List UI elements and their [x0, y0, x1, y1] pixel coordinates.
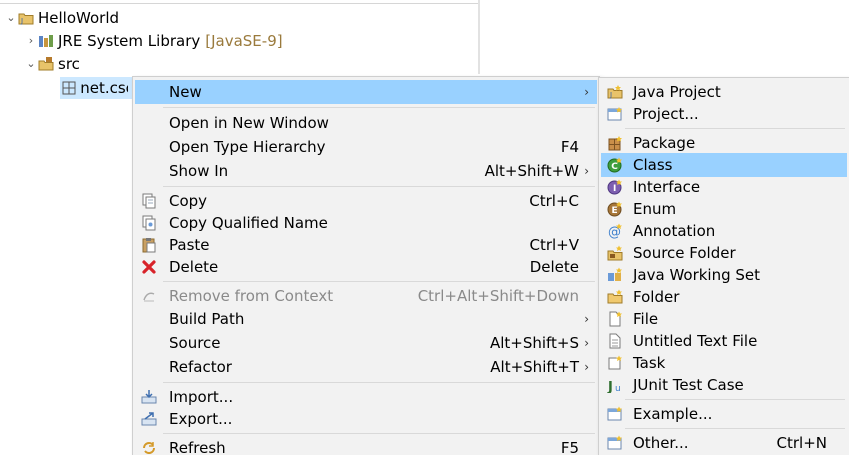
menu-item-open-type-hierarchy[interactable]: Open Type Hierarchy F4	[135, 135, 597, 159]
java-project-icon: J	[605, 82, 625, 102]
explorer-top-border	[0, 0, 480, 4]
submenu-item-example[interactable]: Example...	[601, 402, 847, 426]
remove-context-icon	[139, 286, 159, 306]
new-file-icon	[605, 309, 625, 329]
svg-text:I: I	[613, 184, 616, 194]
svg-text:J: J	[20, 17, 23, 25]
submenu-item-annotation[interactable]: @ Annotation	[601, 219, 847, 243]
menu-item-export[interactable]: Export...	[135, 407, 597, 431]
export-icon	[139, 409, 159, 429]
package-icon	[62, 80, 76, 96]
menu-item-new[interactable]: New ›	[135, 80, 597, 104]
new-package-icon	[605, 133, 625, 153]
new-source-folder-icon	[605, 243, 625, 263]
tree-item-label: net.csc	[80, 79, 128, 97]
new-annotation-icon: @	[605, 221, 625, 241]
tree-item-label: HelloWorld	[38, 9, 120, 27]
submenu-item-project[interactable]: Project...	[601, 102, 847, 126]
new-enum-icon: E	[605, 199, 625, 219]
svg-text:E: E	[612, 206, 618, 216]
tree-item-label: JRE System Library	[58, 32, 201, 50]
submenu-item-class[interactable]: C Class	[601, 153, 847, 177]
submenu-item-interface[interactable]: I Interface	[601, 175, 847, 199]
menu-item-open-in-new-window[interactable]: Open in New Window	[135, 111, 597, 135]
submenu-item-task[interactable]: Task	[601, 351, 847, 375]
new-task-icon	[605, 353, 625, 373]
submenu-item-untitled-text-file[interactable]: Untitled Text File	[601, 329, 847, 353]
new-junit-icon: Ju	[605, 375, 625, 395]
import-icon	[139, 387, 159, 407]
new-example-icon	[605, 404, 625, 424]
chevron-right-icon: ›	[584, 336, 589, 350]
chevron-right-icon[interactable]: ›	[24, 30, 38, 52]
submenu-item-folder[interactable]: Folder	[601, 285, 847, 309]
menu-separator	[163, 433, 595, 434]
menu-item-remove-from-context[interactable]: Remove from Context Ctrl+Alt+Shift+Down	[135, 284, 597, 308]
menu-item-refactor[interactable]: Refactor Alt+Shift+T ›	[135, 355, 597, 379]
menu-item-refresh[interactable]: Refresh F5	[135, 436, 597, 455]
new-submenu: J Java Project Project... Package C Clas…	[598, 77, 849, 455]
menu-item-delete[interactable]: Delete Delete	[135, 255, 597, 279]
new-other-icon	[605, 433, 625, 453]
java-project-icon: J	[18, 10, 34, 26]
menu-item-import[interactable]: Import...	[135, 385, 597, 409]
new-folder-icon	[605, 287, 625, 307]
context-menu: New › Open in New Window Open Type Hiera…	[132, 76, 600, 455]
menu-separator	[163, 107, 595, 108]
submenu-item-source-folder[interactable]: Source Folder	[601, 241, 847, 265]
refresh-icon	[139, 438, 159, 455]
tree-item-helloworld[interactable]: ⌄ J HelloWorld	[4, 7, 119, 29]
copy-qualified-icon	[139, 213, 159, 233]
menu-item-paste[interactable]: Paste Ctrl+V	[135, 233, 597, 257]
menu-separator	[625, 399, 845, 400]
menu-item-copy-qualified-name[interactable]: Copy Qualified Name	[135, 211, 597, 235]
menu-separator	[625, 128, 845, 129]
svg-text:J: J	[607, 380, 613, 393]
new-class-icon: C	[605, 155, 625, 175]
menu-item-source[interactable]: Source Alt+Shift+S ›	[135, 331, 597, 355]
submenu-item-java-working-set[interactable]: Java Working Set	[601, 263, 847, 287]
chevron-down-icon[interactable]: ⌄	[24, 53, 38, 75]
new-text-file-icon	[605, 331, 625, 351]
tree-item-src[interactable]: ⌄ src	[24, 53, 80, 75]
menu-item-show-in[interactable]: Show In Alt+Shift+W ›	[135, 159, 597, 183]
paste-icon	[139, 235, 159, 255]
new-interface-icon: I	[605, 177, 625, 197]
menu-separator	[625, 428, 845, 429]
svg-text:J: J	[609, 91, 612, 99]
menu-separator	[163, 382, 595, 383]
chevron-right-icon: ›	[584, 164, 589, 178]
tree-item-package[interactable]: net.csc	[60, 77, 132, 99]
menu-separator	[163, 186, 595, 187]
new-project-icon	[605, 104, 625, 124]
submenu-item-other[interactable]: Other... Ctrl+N	[601, 431, 847, 455]
menu-item-build-path[interactable]: Build Path ›	[135, 307, 597, 331]
tree-item-jre-library[interactable]: › JRE System Library [JavaSE-9]	[24, 30, 283, 52]
source-folder-icon	[38, 56, 54, 72]
jre-version-decoration: [JavaSE-9]	[205, 32, 283, 50]
svg-text:u: u	[615, 384, 621, 393]
submenu-item-file[interactable]: File	[601, 307, 847, 331]
svg-text:C: C	[611, 162, 618, 172]
chevron-right-icon: ›	[584, 85, 589, 99]
library-icon	[38, 33, 54, 49]
chevron-right-icon: ›	[584, 312, 589, 326]
menu-item-copy[interactable]: Copy Ctrl+C	[135, 189, 597, 213]
copy-icon	[139, 191, 159, 211]
menu-separator	[163, 281, 595, 282]
chevron-down-icon[interactable]: ⌄	[4, 7, 18, 29]
submenu-item-junit-test-case[interactable]: Ju JUnit Test Case	[601, 373, 847, 397]
explorer-right-edge	[478, 0, 480, 74]
submenu-item-package[interactable]: Package	[601, 131, 847, 155]
new-working-set-icon	[605, 265, 625, 285]
chevron-right-icon: ›	[584, 360, 589, 374]
submenu-item-java-project[interactable]: J Java Project	[601, 80, 847, 104]
delete-icon	[139, 257, 159, 277]
tree-item-label: src	[58, 55, 80, 73]
submenu-item-enum[interactable]: E Enum	[601, 197, 847, 221]
